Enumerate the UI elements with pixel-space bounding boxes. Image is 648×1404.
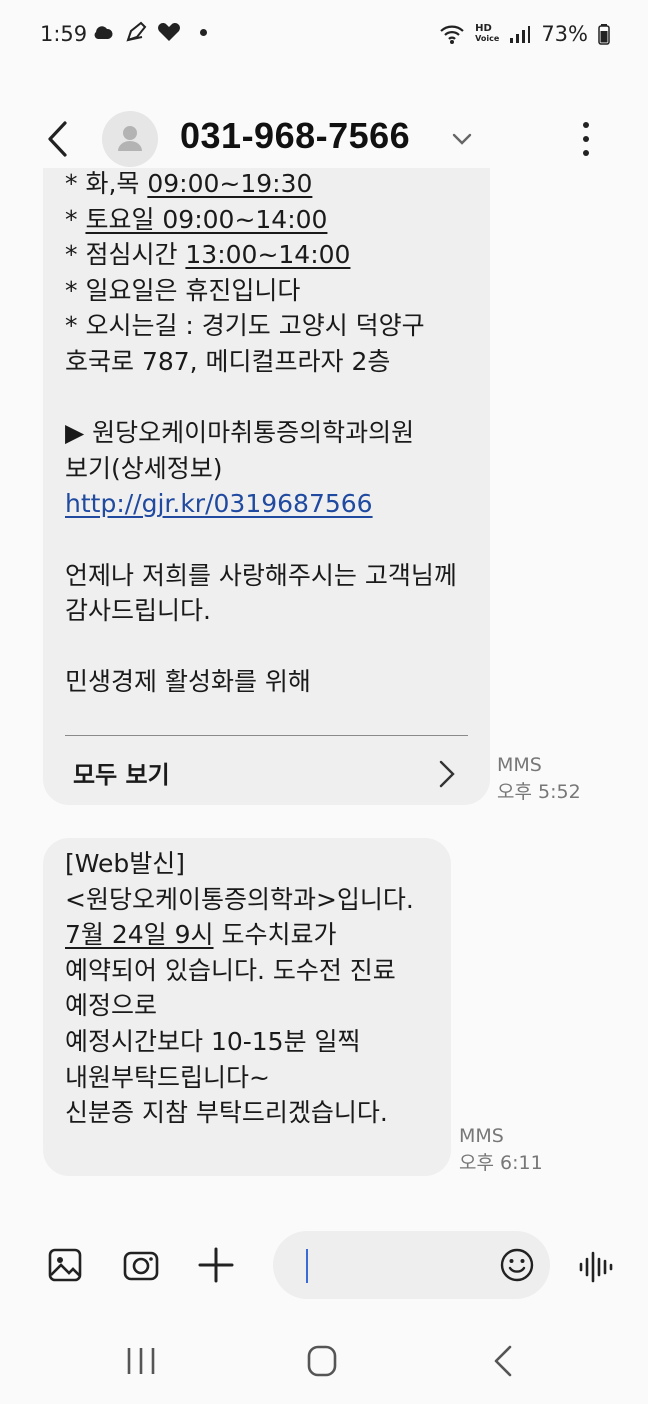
more-options-icon[interactable] (572, 117, 600, 161)
message-line: * 오시는길 : 경기도 고양시 덕양구 (65, 311, 425, 341)
message-line: 신분증 지참 부탁드리겠습니다. (65, 1098, 388, 1128)
message-body: * 화,목 09:00~19:30 * 토요일 09:00~14:00 * 점심… (65, 169, 485, 700)
message-line: 7월 24일 9시 도수치료가 (65, 917, 445, 953)
voice-input-icon[interactable] (578, 1247, 614, 1287)
message-line: 언제나 저희를 사랑해주시는 고객님께 (65, 560, 457, 590)
message-bubble[interactable]: [Web발신] <원당오케이통증의학과>입니다. 7월 24일 9시 도수치료가… (43, 838, 451, 1176)
message-line: 호국로 787, 메디컬프라자 2층 (65, 346, 391, 376)
camera-icon[interactable] (121, 1245, 161, 1285)
message-time: 오후 6:11 (459, 1152, 543, 1174)
line-text-underlined: 09:00~19:30 (147, 169, 313, 198)
message-line: 예약되어 있습니다. 도수전 진료 (65, 955, 396, 985)
line-text: * 화,목 (65, 169, 148, 198)
contact-avatar[interactable] (102, 111, 158, 167)
message-line: 예정으로 (65, 991, 158, 1021)
message-input[interactable] (273, 1231, 550, 1299)
message-bubble[interactable]: * 화,목 09:00~19:30 * 토요일 09:00~14:00 * 점심… (43, 168, 490, 805)
message-meta: MMS 오후 5:52 (497, 752, 581, 806)
message-line: 예정시간보다 10-15분 일찍 (65, 1026, 361, 1056)
line-text-underlined: 토요일 09:00~14:00 (85, 204, 328, 234)
date-link[interactable]: 7월 24일 9시 (65, 920, 214, 949)
signal-icon (510, 26, 531, 43)
add-icon[interactable] (196, 1245, 236, 1285)
recent-apps-icon[interactable] (121, 1344, 161, 1378)
emoji-icon[interactable] (499, 1247, 535, 1283)
voice-label: Voice (475, 34, 500, 43)
chevron-down-icon[interactable] (448, 125, 476, 153)
heart-icon (158, 23, 180, 41)
message-line: * 토요일 09:00~14:00 (65, 202, 485, 238)
status-time: 1:59 (40, 22, 88, 46)
line-text: * 점심시간 (65, 240, 186, 270)
divider (65, 735, 468, 736)
message-line: * 화,목 09:00~19:30 (65, 168, 485, 202)
composer-bar (0, 1225, 648, 1309)
message-line: * 일요일은 휴진입니다 (65, 275, 301, 305)
message-line: <원당오케이통증의학과>입니다. (65, 884, 414, 914)
message-line: 보기(상세정보) (65, 453, 223, 483)
text-cursor (306, 1249, 308, 1283)
message-link-line: http://gjr.kr/0319687566 (65, 486, 485, 522)
gallery-icon[interactable] (45, 1245, 85, 1285)
view-all-label: 모두 보기 (73, 761, 170, 789)
message-line: 민생경제 활성화를 위해 (65, 667, 311, 697)
notification-icons (92, 20, 207, 44)
cloud-sync-icon (94, 26, 113, 39)
message-line: ▶ 원당오케이마취통증의학과의원 (65, 418, 415, 448)
hd-voice-icon: HD Voice (475, 24, 499, 44)
hd-label: HD (475, 23, 492, 34)
message-line: [Web발신] (65, 849, 186, 878)
line-text-underlined: 13:00~14:00 (185, 240, 351, 270)
message-line: * 점심시간 13:00~14:00 (65, 237, 485, 273)
home-icon[interactable] (302, 1344, 342, 1378)
status-right: HD Voice 73% (439, 22, 610, 46)
line-text: * (65, 204, 86, 234)
message-line: 감사드립니다. (65, 596, 211, 626)
battery-icon (598, 24, 610, 45)
message-link[interactable]: http://gjr.kr/0319687566 (65, 489, 373, 518)
person-icon (118, 126, 142, 151)
line-text: 도수치료가 (213, 920, 337, 950)
message-type: MMS (459, 1125, 504, 1147)
pen-icon (126, 21, 147, 42)
message-time: 오후 5:52 (497, 781, 581, 803)
message-meta: MMS 오후 6:11 (459, 1123, 543, 1177)
system-back-icon[interactable] (484, 1344, 524, 1378)
message-type: MMS (497, 754, 542, 776)
system-nav-bar (0, 1320, 648, 1404)
wifi-icon (440, 25, 464, 44)
chevron-right-icon (439, 760, 455, 788)
contact-title[interactable]: 031-968-7566 (180, 115, 410, 157)
message-body: [Web발신] <원당오케이통증의학과>입니다. 7월 24일 9시 도수치료가… (65, 846, 445, 1131)
back-icon[interactable] (38, 119, 78, 159)
status-bar: 1:59 HD Voice 73% (0, 0, 648, 70)
dot-icon (200, 28, 207, 36)
battery-percent: 73% (541, 22, 588, 46)
message-line: 내원부탁드립니다~ (65, 1062, 270, 1092)
view-all-button[interactable]: 모두 보기 (65, 746, 468, 802)
